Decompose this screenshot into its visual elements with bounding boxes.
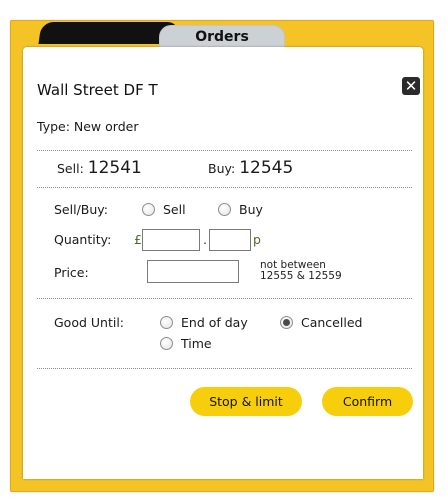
divider <box>37 298 412 299</box>
price-label: Price: <box>54 265 89 280</box>
sellbuy-label: Sell/Buy: <box>54 202 108 217</box>
divider <box>37 150 412 151</box>
sell-price: Sell: 12541 <box>57 158 142 178</box>
tab-orders-label: Orders <box>195 29 249 45</box>
pound-symbol: £ <box>134 232 142 247</box>
end-of-day-radio-label: End of day <box>181 315 248 330</box>
stop-limit-button-label: Stop & limit <box>209 394 283 409</box>
cancelled-radio-label: Cancelled <box>301 315 363 330</box>
tab-orders[interactable]: Orders <box>159 25 285 48</box>
price-restriction-note: not between 12555 & 12559 <box>260 260 342 282</box>
order-panel: Wall Street DF T ✕ Type: New order Sell:… <box>23 47 423 479</box>
confirm-button-label: Confirm <box>342 394 393 409</box>
buy-price-value: 12545 <box>239 158 294 178</box>
good-until-label: Good Until: <box>54 315 125 330</box>
quantity-pounds-input[interactable] <box>142 229 200 251</box>
quantity-label: Quantity: <box>54 232 112 247</box>
end-of-day-radio[interactable]: End of day <box>160 315 248 330</box>
cancelled-radio-button[interactable] <box>280 316 293 329</box>
end-of-day-radio-button[interactable] <box>160 316 173 329</box>
decimal-point: . <box>203 232 207 247</box>
dialog-title: Wall Street DF T <box>37 81 158 99</box>
buy-price-label: Buy: <box>208 161 236 176</box>
time-radio-label: Time <box>181 336 212 351</box>
buy-radio[interactable]: Buy <box>218 202 263 217</box>
price-note-line2: 12555 & 12559 <box>260 270 342 282</box>
buy-radio-button[interactable] <box>218 203 231 216</box>
sell-radio[interactable]: Sell <box>142 202 186 217</box>
sell-radio-button[interactable] <box>142 203 155 216</box>
cancelled-radio[interactable]: Cancelled <box>280 315 362 330</box>
sell-radio-label: Sell <box>163 202 186 217</box>
time-radio[interactable]: Time <box>160 336 212 351</box>
close-icon[interactable]: ✕ <box>402 77 420 95</box>
buy-price: Buy: 12545 <box>208 158 293 178</box>
stop-limit-button[interactable]: Stop & limit <box>190 387 302 416</box>
price-input[interactable] <box>147 260 239 283</box>
order-type-text: Type: New order <box>37 119 139 134</box>
pence-symbol: p <box>253 232 261 247</box>
divider <box>37 368 412 369</box>
sell-price-value: 12541 <box>87 158 142 178</box>
sell-price-label: Sell: <box>57 161 84 176</box>
confirm-button[interactable]: Confirm <box>322 387 413 416</box>
buy-radio-label: Buy <box>239 202 263 217</box>
quantity-pence-input[interactable] <box>209 229 251 251</box>
divider <box>37 187 412 188</box>
time-radio-button[interactable] <box>160 337 173 350</box>
